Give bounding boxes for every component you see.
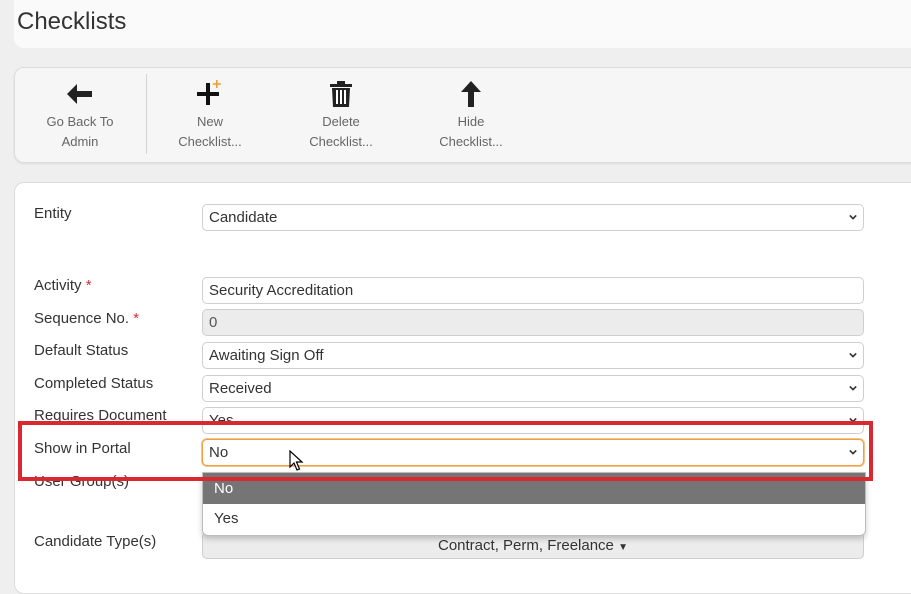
entity-label: Entity xyxy=(34,205,72,222)
chevron-down-icon xyxy=(849,449,857,455)
chevron-down-icon xyxy=(849,417,857,423)
hide-checklist-button[interactable]: Hide Checklist... xyxy=(416,78,526,152)
activity-value: Security Accreditation xyxy=(209,282,354,299)
chevron-down-icon xyxy=(849,214,857,220)
requires-document-value: Yes xyxy=(209,412,234,429)
trash-icon xyxy=(286,78,396,110)
page-title: Checklists xyxy=(17,8,127,35)
arrow-left-icon xyxy=(25,78,135,110)
sequence-input: 0 xyxy=(202,309,864,336)
new-checklist-label: New Checklist... xyxy=(178,114,242,149)
entity-select[interactable]: Candidate xyxy=(202,204,864,231)
required-marker: * xyxy=(85,277,92,294)
completed-status-select[interactable]: Received xyxy=(202,375,864,402)
go-back-label: Go Back To Admin xyxy=(46,114,114,149)
requires-document-label: Requires Document xyxy=(34,407,167,424)
activity-label: Activity * xyxy=(34,277,92,294)
show-in-portal-options: No Yes xyxy=(202,472,866,536)
required-marker: * xyxy=(133,310,140,327)
sequence-label: Sequence No. * xyxy=(34,310,140,327)
delete-checklist-label: Delete Checklist... xyxy=(309,114,373,149)
caret-down-icon: ▼ xyxy=(618,542,628,553)
delete-checklist-button[interactable]: Delete Checklist... xyxy=(286,78,396,152)
chevron-down-icon xyxy=(849,385,857,391)
plus-icon xyxy=(155,78,265,110)
candidate-types-dropdown[interactable]: Contract, Perm, Freelance ▼ xyxy=(202,532,864,559)
default-status-label: Default Status xyxy=(34,342,129,359)
show-in-portal-label: Show in Portal xyxy=(34,440,131,457)
toolbar-divider xyxy=(146,74,147,154)
activity-input[interactable]: Security Accreditation xyxy=(202,277,864,304)
default-status-select[interactable]: Awaiting Sign Off xyxy=(202,342,864,369)
candidate-types-value: Contract, Perm, Freelance xyxy=(438,537,614,554)
toolbar: Go Back To Admin New Checklist... Delete… xyxy=(14,67,911,163)
entity-value: Candidate xyxy=(209,209,278,226)
header-card xyxy=(14,0,911,48)
chevron-down-icon xyxy=(849,352,857,358)
hide-checklist-label: Hide Checklist... xyxy=(439,114,503,149)
arrow-up-icon xyxy=(416,78,526,110)
new-checklist-button[interactable]: New Checklist... xyxy=(155,78,265,152)
requires-document-select[interactable]: Yes xyxy=(202,407,864,434)
mouse-cursor-icon xyxy=(289,450,304,471)
option-yes[interactable]: Yes xyxy=(203,504,865,534)
option-no[interactable]: No xyxy=(203,473,865,504)
sequence-value: 0 xyxy=(209,314,218,331)
go-back-button[interactable]: Go Back To Admin xyxy=(25,78,135,152)
user-groups-label: User Group(s) xyxy=(34,473,130,490)
show-in-portal-value: No xyxy=(209,444,229,461)
completed-status-label: Completed Status xyxy=(34,375,154,392)
candidate-types-label: Candidate Type(s) xyxy=(34,533,157,550)
default-status-value: Awaiting Sign Off xyxy=(209,347,324,364)
completed-status-value: Received xyxy=(209,380,272,397)
